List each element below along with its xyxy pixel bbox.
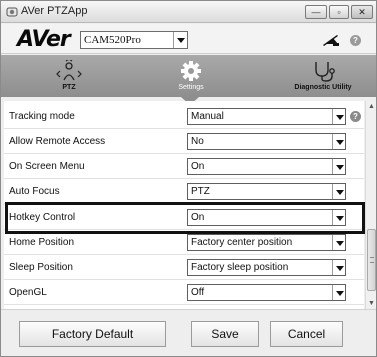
chevron-down-icon xyxy=(332,159,345,174)
highlight-box xyxy=(5,202,365,234)
chevron-down-icon xyxy=(332,184,345,199)
header-bar: AVer CAM520Pro ? xyxy=(1,24,376,54)
chevron-down-icon xyxy=(332,285,345,300)
select-value: Off xyxy=(191,287,205,298)
title-bar: AVer PTZApp — ▫ ✕ xyxy=(1,1,376,23)
select-value: On xyxy=(191,161,205,172)
setting-label: Auto Focus xyxy=(9,186,60,197)
help-icon[interactable]: ? xyxy=(350,111,361,122)
tracking-mode-select[interactable]: Manual xyxy=(187,108,346,125)
app-icon xyxy=(6,7,18,17)
allow-remote-access-select[interactable]: No xyxy=(187,133,346,150)
setting-label: Tracking mode xyxy=(9,111,75,122)
setting-label: On Screen Menu xyxy=(9,161,85,172)
tab-ptz-label: PTZ xyxy=(62,84,76,91)
tab-settings[interactable]: Settings xyxy=(161,55,221,97)
setting-row-tracking-mode: Tracking mode Manual ? xyxy=(4,104,364,129)
select-value: PTZ xyxy=(191,186,210,197)
scroll-thumb[interactable] xyxy=(367,229,376,291)
tab-diagnostic-utility-label: Diagnostic Utility xyxy=(294,84,352,91)
grip-icon xyxy=(370,257,374,263)
minimize-button[interactable]: — xyxy=(305,5,327,19)
on-screen-menu-select[interactable]: On xyxy=(187,158,346,175)
setting-label: Home Position xyxy=(9,237,75,248)
save-button[interactable]: Save xyxy=(191,321,259,347)
ptz-icon xyxy=(56,60,82,81)
footer: Factory Default Save Cancel xyxy=(1,309,376,356)
chevron-down-icon xyxy=(173,32,187,48)
factory-default-button[interactable]: Factory Default xyxy=(19,321,166,347)
select-value: Manual xyxy=(191,111,224,122)
select-value: No xyxy=(191,136,204,147)
setting-row-opengl: OpenGL Off xyxy=(4,280,364,305)
auto-focus-select[interactable]: PTZ xyxy=(187,183,346,200)
camera-select-value: CAM520Pro xyxy=(84,34,141,46)
maximize-button[interactable]: ▫ xyxy=(329,5,349,19)
setting-row-auto-focus: Auto Focus PTZ xyxy=(4,179,364,204)
setting-label: OpenGL xyxy=(9,287,47,298)
home-position-select[interactable]: Factory center position xyxy=(187,234,346,251)
camera-select[interactable]: CAM520Pro xyxy=(80,31,188,49)
scrollbar[interactable]: ▲ ▼ xyxy=(365,101,376,309)
microphone-mute-icon[interactable] xyxy=(321,32,341,48)
setting-row-sleep-position: Sleep Position Factory sleep position xyxy=(4,255,364,280)
chevron-down-icon xyxy=(332,235,345,250)
help-icon[interactable]: ? xyxy=(350,35,361,46)
chevron-down-icon xyxy=(332,134,345,149)
gear-icon xyxy=(181,61,201,81)
tab-settings-label: Settings xyxy=(178,84,204,91)
tab-bar: PTZ Settings Diagnostic Utility xyxy=(1,55,376,97)
setting-row-allow-remote-access: Allow Remote Access No xyxy=(4,129,364,154)
setting-label: Allow Remote Access xyxy=(9,136,106,147)
scroll-up-arrow-icon[interactable]: ▲ xyxy=(366,101,377,112)
tab-diagnostic-utility[interactable]: Diagnostic Utility xyxy=(273,55,373,97)
sleep-position-select[interactable]: Factory sleep position xyxy=(187,259,346,276)
window-title: AVer PTZApp xyxy=(21,5,88,17)
cancel-button[interactable]: Cancel xyxy=(270,321,343,347)
setting-row-on-screen-menu: On Screen Menu On xyxy=(4,154,364,179)
stethoscope-icon xyxy=(315,62,335,82)
tab-ptz[interactable]: PTZ xyxy=(39,55,99,97)
chevron-down-icon xyxy=(332,260,345,275)
close-button[interactable]: ✕ xyxy=(351,5,373,19)
aver-logo: AVer xyxy=(17,27,71,52)
app-window: AVer PTZApp — ▫ ✕ AVer CAM520Pro ? PTZ S… xyxy=(0,0,377,357)
select-value: Factory sleep position xyxy=(191,262,289,273)
chevron-down-icon xyxy=(332,109,345,124)
setting-label: Sleep Position xyxy=(9,262,73,273)
select-value: Factory center position xyxy=(191,237,293,248)
scroll-down-arrow-icon[interactable]: ▼ xyxy=(366,298,377,309)
opengl-select[interactable]: Off xyxy=(187,284,346,301)
